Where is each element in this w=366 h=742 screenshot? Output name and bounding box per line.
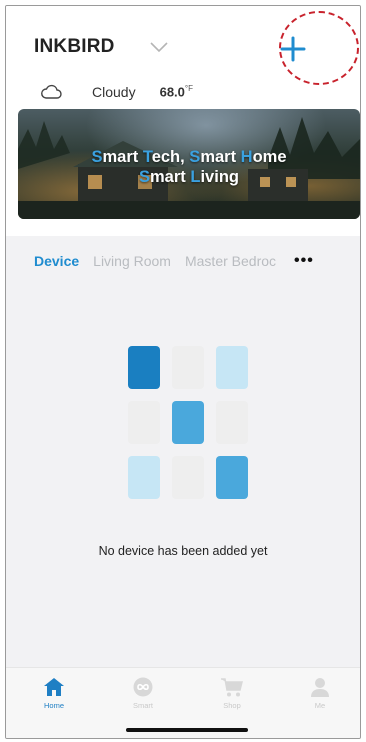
tab-living-room[interactable]: Living Room <box>93 253 171 269</box>
slogan-line-1: Smart Tech, Smart Home <box>18 147 360 167</box>
illustration-tile <box>216 456 248 499</box>
slogan-line-1-part: ome <box>252 148 287 166</box>
slogan-line-1-part: H <box>240 148 253 166</box>
cloud-icon <box>41 84 62 99</box>
chevron-down-icon <box>150 42 168 53</box>
app-screen: INKBIRD Cloudy 68.0°F Smart Tech, Smart … <box>5 5 361 739</box>
illustration-tile <box>172 346 204 389</box>
weather-row: Cloudy 68.0°F <box>40 82 193 102</box>
cart-icon <box>221 678 243 697</box>
illustration-tile <box>172 456 204 499</box>
promo-banner[interactable]: Smart Tech, Smart Home Smart Living <box>18 109 360 219</box>
slogan-line-2-part: L <box>190 168 201 186</box>
nav-shop-label: Shop <box>223 701 241 710</box>
temperature-unit: °F <box>184 84 193 94</box>
nav-smart-label: Smart <box>132 701 153 710</box>
illustration-tile <box>128 401 160 444</box>
nav-home-label: Home <box>43 701 64 710</box>
nav-me[interactable]: Me <box>290 676 350 710</box>
illustration-tile <box>172 401 204 444</box>
home-name: INKBIRD <box>34 36 115 57</box>
slogan-line-1-part: mart <box>102 148 143 166</box>
illustration-tile <box>128 346 160 389</box>
nav-me-label: Me <box>314 701 326 710</box>
tab-master-bedroom[interactable]: Master Bedroc <box>185 253 276 269</box>
weather-condition: Cloudy <box>92 84 136 100</box>
slogan-line-1-part: S <box>91 148 103 166</box>
banner-slogan: Smart Tech, Smart Home Smart Living <box>18 147 360 187</box>
home-indicator <box>126 728 248 732</box>
room-tabs: Device Living Room Master Bedroc ••• <box>34 252 314 270</box>
add-device-button[interactable] <box>278 34 308 64</box>
nav-home[interactable]: Home <box>24 676 84 710</box>
illustration-tile <box>128 456 160 499</box>
tab-device[interactable]: Device <box>34 253 79 269</box>
slogan-line-2-part: S <box>139 168 151 186</box>
illustration-tile <box>216 401 248 444</box>
slogan-line-1-part: mart <box>200 148 241 166</box>
nav-shop[interactable]: Shop <box>202 676 262 710</box>
slogan-line-1-part: T <box>142 148 152 166</box>
home-selector[interactable]: INKBIRD <box>34 36 169 58</box>
smart-icon <box>133 677 153 697</box>
empty-state-illustration <box>128 346 248 499</box>
slogan-line-2: Smart Living <box>18 167 360 187</box>
slogan-line-1-part: S <box>189 148 201 166</box>
more-rooms-button[interactable]: ••• <box>294 252 314 270</box>
home-icon <box>44 678 64 696</box>
slogan-line-2-part: iving <box>200 168 239 186</box>
slogan-line-2-part: mart <box>150 168 191 186</box>
illustration-tile <box>216 346 248 389</box>
weather-temperature: 68.0°F <box>159 84 193 100</box>
empty-state-message: No device has been added yet <box>98 544 268 558</box>
nav-smart[interactable]: Smart <box>113 676 173 710</box>
slogan-line-1-part: ech, <box>151 148 190 166</box>
person-icon <box>311 678 329 697</box>
bottom-nav: Home Smart Shop Me <box>6 667 360 738</box>
home-header: INKBIRD Cloudy 68.0°F Smart Tech, Smart … <box>6 6 360 236</box>
